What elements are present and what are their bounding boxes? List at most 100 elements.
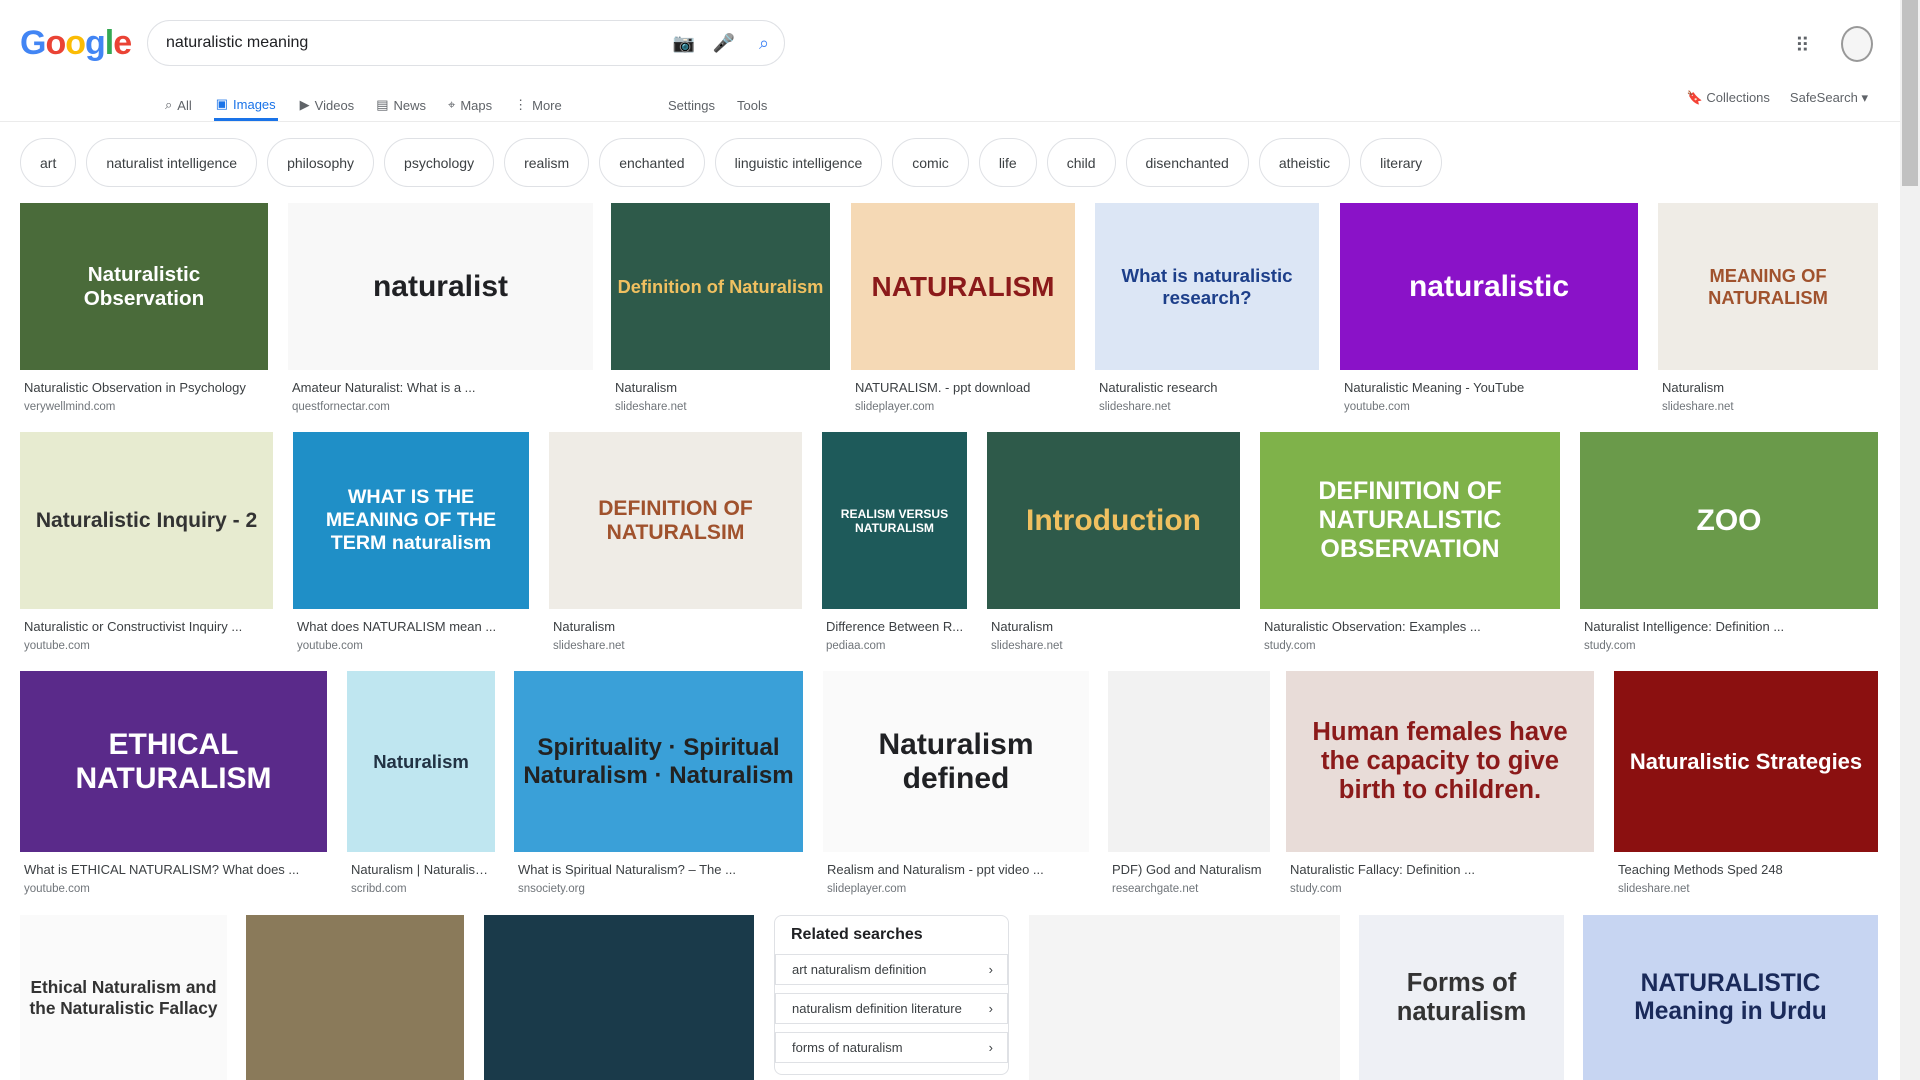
search-icon[interactable]: ⌕ (744, 33, 784, 54)
image-result[interactable] (246, 915, 464, 1080)
image-result[interactable]: Spirituality · Spiritual Naturalism · Na… (514, 671, 803, 895)
result-title[interactable]: Naturalism (987, 619, 1240, 634)
result-thumbnail[interactable]: ETHICAL NATURALISM (20, 671, 327, 852)
image-result[interactable]: WHAT IS THE MEANING OF THE TERM naturali… (293, 432, 529, 652)
image-result[interactable]: Forms of naturalism (1359, 915, 1564, 1080)
chip[interactable]: realism (504, 138, 590, 187)
tab-videos[interactable]: ▶ Videos (300, 90, 355, 120)
result-thumbnail[interactable]: REALISM VERSUS NATURALISM (822, 432, 967, 609)
result-title[interactable]: What does NATURALISM mean ... (293, 619, 529, 634)
result-source[interactable]: slideshare.net (1658, 401, 1878, 413)
tab-images[interactable]: ▣ Images (213, 90, 278, 121)
image-result[interactable]: Naturalistic Strategies Teaching Methods … (1614, 671, 1878, 895)
result-source[interactable]: slideshare.net (611, 401, 830, 413)
image-result[interactable]: Human females have the capacity to give … (1286, 671, 1594, 895)
result-thumbnail[interactable]: Introduction (987, 432, 1240, 609)
result-title[interactable]: PDF) God and Naturalism (1108, 862, 1270, 877)
result-title[interactable]: Naturalistic Fallacy: Definition ... (1286, 862, 1594, 877)
image-result[interactable]: naturalist Amateur Naturalist: What is a … (288, 203, 593, 413)
result-source[interactable]: slideshare.net (1095, 401, 1319, 413)
tab-news[interactable]: ▤ News (376, 90, 426, 120)
result-source[interactable]: slideplayer.com (851, 401, 1075, 413)
related-search-item[interactable]: naturalism definition literature › (775, 993, 1008, 1024)
image-result[interactable]: PDF) God and Naturalism researchgate.net (1108, 671, 1270, 895)
microphone-icon[interactable]: 🎤 (704, 33, 744, 54)
tools-link[interactable]: Tools (737, 98, 767, 113)
result-thumbnail[interactable]: What is naturalistic research? (1095, 203, 1319, 370)
result-source[interactable]: slideshare.net (987, 640, 1240, 652)
image-result[interactable]: NATURALISTIC Meaning in Urdu (1583, 915, 1878, 1080)
result-thumbnail[interactable]: Spirituality · Spiritual Naturalism · Na… (514, 671, 803, 852)
image-result[interactable]: DEFINITION OF NATURALISTIC OBSERVATION Na… (1260, 432, 1560, 652)
chip[interactable]: naturalist intelligence (86, 138, 258, 187)
result-thumbnail[interactable] (246, 915, 464, 1080)
result-source[interactable]: researchgate.net (1108, 883, 1270, 895)
image-result[interactable]: NATURALISM NATURALISM. - ppt download slid… (851, 203, 1075, 413)
result-source[interactable]: slideplayer.com (823, 883, 1089, 895)
result-title[interactable]: Naturalistic Observation in Psychology (20, 380, 268, 395)
result-thumbnail[interactable]: MEANING OF NATURALISM (1658, 203, 1878, 370)
result-source[interactable]: scribd.com (347, 883, 495, 895)
result-thumbnail[interactable]: Definition of Naturalism (611, 203, 830, 370)
result-thumbnail[interactable]: Naturalistic Inquiry - 2 (20, 432, 273, 609)
result-title[interactable]: Naturalistic research (1095, 380, 1319, 395)
chip[interactable]: linguistic intelligence (714, 138, 883, 187)
result-thumbnail[interactable] (484, 915, 754, 1080)
result-title[interactable]: Naturalistic Observation: Examples ... (1260, 619, 1560, 634)
result-source[interactable]: snsociety.org (514, 883, 803, 895)
tab-maps[interactable]: ⌖ Maps (448, 90, 492, 120)
result-source[interactable]: youtube.com (293, 640, 529, 652)
image-result[interactable] (1029, 915, 1340, 1080)
result-title[interactable]: Naturalist Intelligence: Definition ... (1580, 619, 1878, 634)
apps-grid-icon[interactable]: ⠿ (1795, 33, 1810, 58)
result-source[interactable]: study.com (1580, 640, 1878, 652)
avatar[interactable] (1841, 26, 1873, 62)
result-title[interactable]: What is ETHICAL NATURALISM? What does ..… (20, 862, 327, 877)
image-result[interactable]: ZOO Naturalist Intelligence: Definition .… (1580, 432, 1878, 652)
result-title[interactable]: Naturalism (549, 619, 802, 634)
chip[interactable]: psychology (384, 138, 495, 187)
related-search-item[interactable]: forms of naturalism › (775, 1032, 1008, 1063)
result-source[interactable]: youtube.com (20, 883, 327, 895)
image-result[interactable]: Naturalistic Observation Naturalistic Obs… (20, 203, 268, 413)
image-result[interactable]: Introduction Naturalism slideshare.net (987, 432, 1240, 652)
chip[interactable]: life (978, 138, 1037, 187)
result-thumbnail[interactable] (1108, 671, 1270, 852)
result-thumbnail[interactable]: naturalistic (1340, 203, 1638, 370)
chip[interactable]: philosophy (267, 138, 375, 187)
safesearch-dropdown[interactable]: SafeSearch ▾ (1790, 90, 1868, 106)
result-source[interactable]: slideshare.net (549, 640, 802, 652)
image-result[interactable]: MEANING OF NATURALISM Naturalism slideshar… (1658, 203, 1878, 413)
result-title[interactable]: Naturalism | Naturalism... (347, 862, 495, 877)
result-thumbnail[interactable]: NATURALISM (851, 203, 1075, 370)
result-source[interactable]: youtube.com (20, 640, 273, 652)
tab-all[interactable]: ⌕ All (165, 90, 192, 120)
chip[interactable]: enchanted (599, 138, 705, 187)
image-result[interactable]: Naturalism defined Realism and Naturalism… (823, 671, 1089, 895)
chip[interactable]: child (1046, 138, 1116, 187)
result-thumbnail[interactable]: Ethical Naturalism and the Naturalistic … (20, 915, 227, 1080)
result-title[interactable]: What is Spiritual Naturalism? – The ... (514, 862, 803, 877)
result-title[interactable]: NATURALISM. - ppt download (851, 380, 1075, 395)
result-thumbnail[interactable]: Forms of naturalism (1359, 915, 1564, 1080)
chip[interactable]: comic (892, 138, 969, 187)
result-thumbnail[interactable]: Naturalism (347, 671, 495, 852)
result-thumbnail[interactable]: WHAT IS THE MEANING OF THE TERM naturali… (293, 432, 529, 609)
result-title[interactable]: Naturalistic or Constructivist Inquiry .… (20, 619, 273, 634)
google-logo[interactable]: Google (20, 24, 132, 63)
image-result[interactable]: Naturalistic Inquiry - 2 Naturalistic or … (20, 432, 273, 652)
image-result[interactable]: Definition of Naturalism Naturalism slides… (611, 203, 830, 413)
result-source[interactable]: slideshare.net (1614, 883, 1878, 895)
chip[interactable]: art (20, 138, 77, 187)
image-result[interactable]: ETHICAL NATURALISM What is ETHICAL NATURA… (20, 671, 327, 895)
result-source[interactable]: verywellmind.com (20, 401, 268, 413)
result-title[interactable]: Naturalism (611, 380, 830, 395)
result-title[interactable]: Naturalistic Meaning - YouTube (1340, 380, 1638, 395)
chip[interactable]: atheistic (1258, 138, 1351, 187)
result-thumbnail[interactable]: DEFINITION OF NATURALISTIC OBSERVATION (1260, 432, 1560, 609)
image-result[interactable]: DEFINITION OF NATURALSIM Naturalism slides… (549, 432, 802, 652)
chip[interactable]: disenchanted (1125, 138, 1249, 187)
result-thumbnail[interactable]: Naturalistic Strategies (1614, 671, 1878, 852)
result-title[interactable]: Teaching Methods Sped 248 (1614, 862, 1878, 877)
result-thumbnail[interactable]: NATURALISTIC Meaning in Urdu (1583, 915, 1878, 1080)
